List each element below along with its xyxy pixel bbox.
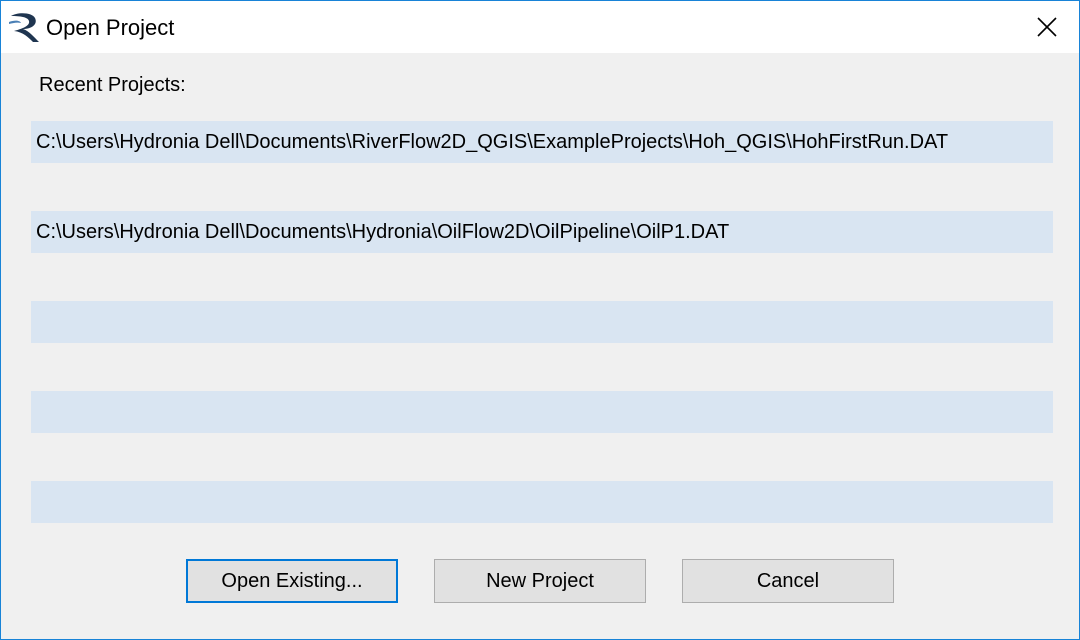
recent-project-item[interactable]: [31, 301, 1053, 343]
recent-project-item[interactable]: C:\Users\Hydronia Dell\Documents\Hydroni…: [31, 211, 1053, 253]
recent-project-item[interactable]: [31, 391, 1053, 433]
recent-projects-label: Recent Projects:: [39, 74, 186, 96]
recent-project-path: C:\Users\Hydronia Dell\Documents\RiverFl…: [36, 131, 949, 153]
recent-project-item[interactable]: [31, 481, 1053, 523]
open-existing-button[interactable]: Open Existing...: [186, 559, 398, 603]
title-bar[interactable]: Open Project: [1, 1, 1079, 53]
cancel-button[interactable]: Cancel: [682, 559, 894, 603]
recent-project-item[interactable]: C:\Users\Hydronia Dell\Documents\RiverFl…: [31, 121, 1053, 163]
window-title: Open Project: [46, 15, 175, 40]
open-project-dialog: Open Project Recent Projects: C:\Users\H…: [0, 0, 1080, 640]
riverflow-r-icon: [9, 13, 39, 42]
recent-project-path: C:\Users\Hydronia Dell\Documents\Hydroni…: [36, 221, 730, 243]
close-button[interactable]: [1015, 1, 1079, 53]
close-icon: [1037, 17, 1057, 37]
new-project-button[interactable]: New Project: [434, 559, 646, 603]
